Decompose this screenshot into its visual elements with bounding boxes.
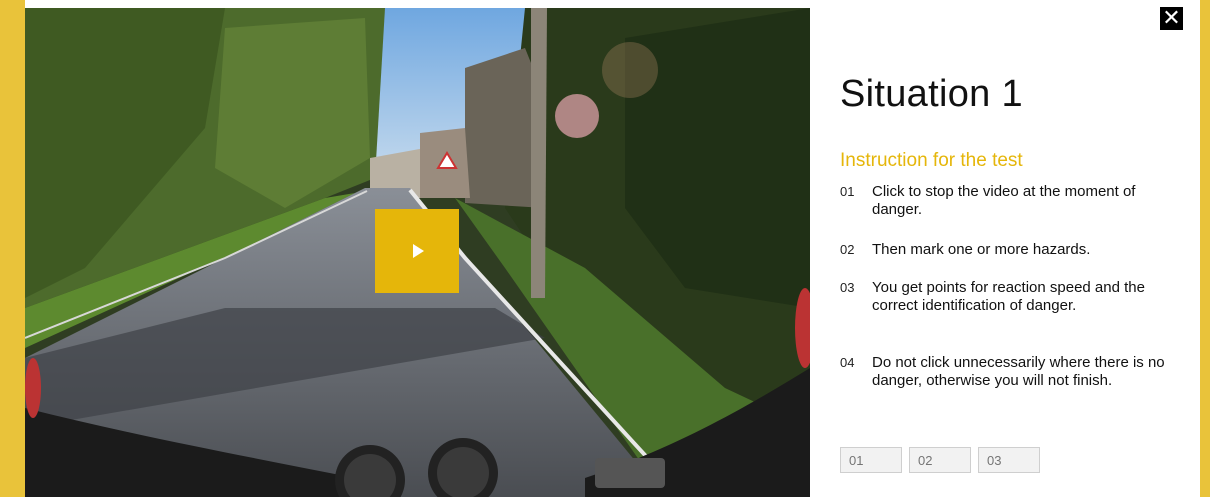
- right-accent-bar: [1200, 0, 1210, 497]
- step-text: Do not click unnecessarily where there i…: [872, 354, 1165, 389]
- instruction-panel: Situation 1 Instruction for the test 01 …: [840, 0, 1195, 497]
- answer-field-3[interactable]: [978, 447, 1040, 473]
- left-accent-bar: [0, 0, 25, 497]
- video-player[interactable]: [25, 8, 810, 497]
- step-text: You get points for reaction speed and th…: [872, 279, 1145, 314]
- instruction-step: 01 Click to stop the video at the moment…: [840, 183, 1172, 219]
- play-icon: [413, 244, 424, 258]
- instruction-step: 02 Then mark one or more hazards.: [840, 241, 1172, 259]
- step-number: 03: [840, 280, 855, 295]
- step-number: 01: [840, 184, 855, 199]
- instructions-heading: Instruction for the test: [840, 150, 1023, 171]
- answer-field-2[interactable]: [909, 447, 971, 473]
- instruction-step: 03 You get points for reaction speed and…: [840, 279, 1172, 315]
- step-text: Then mark one or more hazards.: [872, 241, 1091, 258]
- answer-fields: [840, 447, 1040, 473]
- step-text: Click to stop the video at the moment of…: [872, 183, 1136, 218]
- answer-field-1[interactable]: [840, 447, 902, 473]
- step-number: 04: [840, 355, 855, 370]
- page-title: Situation 1: [840, 73, 1023, 115]
- instruction-step: 04 Do not click unnecessarily where ther…: [840, 354, 1172, 390]
- step-number: 02: [840, 242, 855, 257]
- play-button[interactable]: [375, 209, 459, 293]
